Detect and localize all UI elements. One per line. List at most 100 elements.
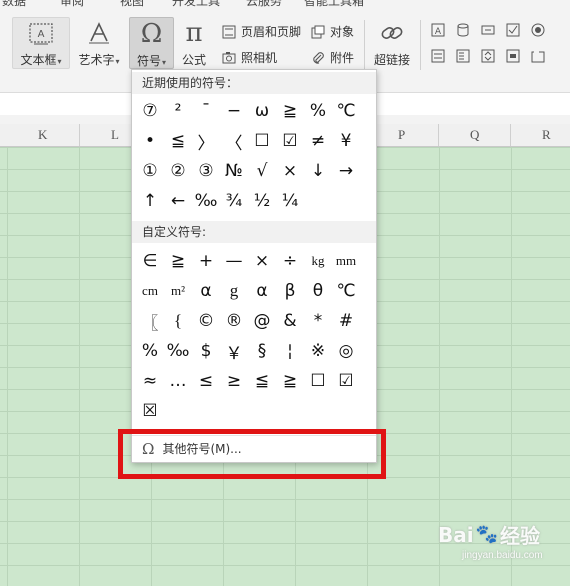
custom-symbol[interactable]: m² [164, 276, 192, 306]
custom-symbol[interactable]: β [276, 276, 304, 306]
column-label-r[interactable]: R [542, 127, 551, 143]
database-icon[interactable] [455, 22, 471, 38]
column-divider[interactable] [510, 124, 511, 146]
custom-symbol[interactable]: { [164, 306, 192, 336]
custom-symbol[interactable]: mm [332, 246, 360, 276]
formula-button[interactable]: π 公式 [176, 17, 212, 69]
recent-symbol[interactable]: ↓ [304, 156, 332, 186]
custom-symbol[interactable]: 〖 [136, 306, 164, 336]
custom-symbol[interactable]: ￥ [220, 336, 248, 366]
recent-symbol[interactable]: ☐ [248, 126, 276, 156]
custom-symbol[interactable]: α [192, 276, 220, 306]
label-control-icon[interactable]: A [430, 22, 446, 38]
custom-symbol[interactable]: ¦ [276, 336, 304, 366]
recent-symbol[interactable]: − [220, 96, 248, 126]
recent-symbol[interactable]: ⑦ [136, 96, 164, 126]
custom-symbol[interactable]: ≧ [164, 246, 192, 276]
custom-symbol[interactable]: ≤ [192, 366, 220, 396]
recent-symbol[interactable]: № [220, 156, 248, 186]
custom-symbol[interactable]: ® [220, 306, 248, 336]
recent-symbol[interactable]: ≧ [276, 96, 304, 126]
custom-symbol[interactable]: cm [136, 276, 164, 306]
attachment-button[interactable]: 附件 [310, 49, 354, 66]
custom-symbol[interactable]: © [192, 306, 220, 336]
custom-symbol[interactable]: & [276, 306, 304, 336]
custom-symbol[interactable]: * [304, 306, 332, 336]
custom-symbol[interactable]: … [164, 366, 192, 396]
custom-symbol[interactable]: § [248, 336, 276, 366]
symbol-button[interactable]: Ω 符号▾ [129, 17, 174, 69]
recent-symbol[interactable]: ¥ [332, 126, 360, 156]
recent-symbol[interactable]: ☑ [276, 126, 304, 156]
recent-symbol[interactable]: • [136, 126, 164, 156]
tab-smart-tools[interactable]: 智能工具箱 [304, 0, 364, 9]
camera-button[interactable]: 照相机 [221, 49, 277, 66]
custom-symbol[interactable]: ℃ [332, 276, 360, 306]
checkbox-control-icon[interactable] [505, 22, 521, 38]
recent-symbol[interactable]: ② [164, 156, 192, 186]
tab-cloud[interactable]: 云服务 [246, 0, 282, 9]
textbox-button[interactable]: A 文本框▾ [12, 17, 70, 69]
recent-symbol[interactable]: % [304, 96, 332, 126]
recent-symbol[interactable]: ≦ [164, 126, 192, 156]
column-label-l[interactable]: L [111, 127, 119, 143]
recent-symbol[interactable]: 〈 [220, 126, 248, 156]
custom-symbol[interactable]: kg [304, 246, 332, 276]
custom-symbol[interactable]: + [192, 246, 220, 276]
recent-symbol[interactable]: ¼ [276, 186, 304, 216]
column-label-k[interactable]: K [38, 127, 47, 143]
recent-symbol[interactable]: ↑ [136, 186, 164, 216]
recent-symbol[interactable]: ① [136, 156, 164, 186]
tab-view[interactable]: 视图 [120, 0, 144, 9]
recent-symbol[interactable]: ③ [192, 156, 220, 186]
recent-symbol[interactable]: ω [248, 96, 276, 126]
listbox-control-icon[interactable] [430, 48, 446, 64]
custom-symbol[interactable]: @ [248, 306, 276, 336]
recent-symbol[interactable]: ≠ [304, 126, 332, 156]
recent-symbol[interactable]: √ [248, 156, 276, 186]
custom-symbol[interactable]: # [332, 306, 360, 336]
recent-symbol[interactable]: → [332, 156, 360, 186]
wordart-button[interactable]: 艺术字▾ [72, 17, 126, 69]
column-label-q[interactable]: Q [470, 127, 479, 143]
tab-data[interactable]: 数据 [2, 0, 26, 9]
custom-symbol[interactable]: ◎ [332, 336, 360, 366]
column-divider[interactable] [79, 124, 80, 146]
custom-symbol[interactable]: ≈ [136, 366, 164, 396]
recent-symbol[interactable]: ← [164, 186, 192, 216]
custom-symbol[interactable]: ≦ [248, 366, 276, 396]
combobox-control-icon[interactable] [455, 48, 471, 64]
custom-symbol[interactable]: ☑ [332, 366, 360, 396]
object-button[interactable]: 对象 [310, 23, 354, 40]
header-footer-button[interactable]: 页眉和页脚 [221, 23, 301, 40]
recent-symbol[interactable]: ¯ [192, 96, 220, 126]
recent-symbol[interactable]: ¾ [220, 186, 248, 216]
scrollbar-control-icon[interactable] [505, 48, 521, 64]
hyperlink-button[interactable]: 超链接 [370, 17, 414, 69]
spinner-control-icon[interactable] [480, 48, 496, 64]
custom-symbol[interactable]: % [136, 336, 164, 366]
custom-symbol[interactable]: ☐ [304, 366, 332, 396]
custom-symbol[interactable]: × [248, 246, 276, 276]
custom-symbol[interactable]: ※ [304, 336, 332, 366]
recent-symbol[interactable]: 〉 [192, 126, 220, 156]
button-control-icon[interactable] [480, 22, 496, 38]
recent-symbol[interactable]: ½ [248, 186, 276, 216]
tab-review[interactable]: 审阅 [60, 0, 84, 9]
custom-symbol[interactable]: ≧ [276, 366, 304, 396]
custom-symbol[interactable]: ∈ [136, 246, 164, 276]
custom-symbol[interactable]: ‰ [164, 336, 192, 366]
tab-developer[interactable]: 开发工具 [172, 0, 220, 9]
custom-symbol[interactable]: ≥ [220, 366, 248, 396]
custom-symbol[interactable]: — [220, 246, 248, 276]
groupbox-control-icon[interactable] [530, 48, 546, 64]
column-divider[interactable] [438, 124, 439, 146]
custom-symbol[interactable]: θ [304, 276, 332, 306]
recent-symbol[interactable]: ℃ [332, 96, 360, 126]
custom-symbol[interactable]: $ [192, 336, 220, 366]
radio-control-icon[interactable] [530, 22, 546, 38]
recent-symbol[interactable]: × [276, 156, 304, 186]
custom-symbol[interactable]: g [220, 276, 248, 306]
recent-symbol[interactable]: ‰ [192, 186, 220, 216]
custom-symbol[interactable]: α [248, 276, 276, 306]
